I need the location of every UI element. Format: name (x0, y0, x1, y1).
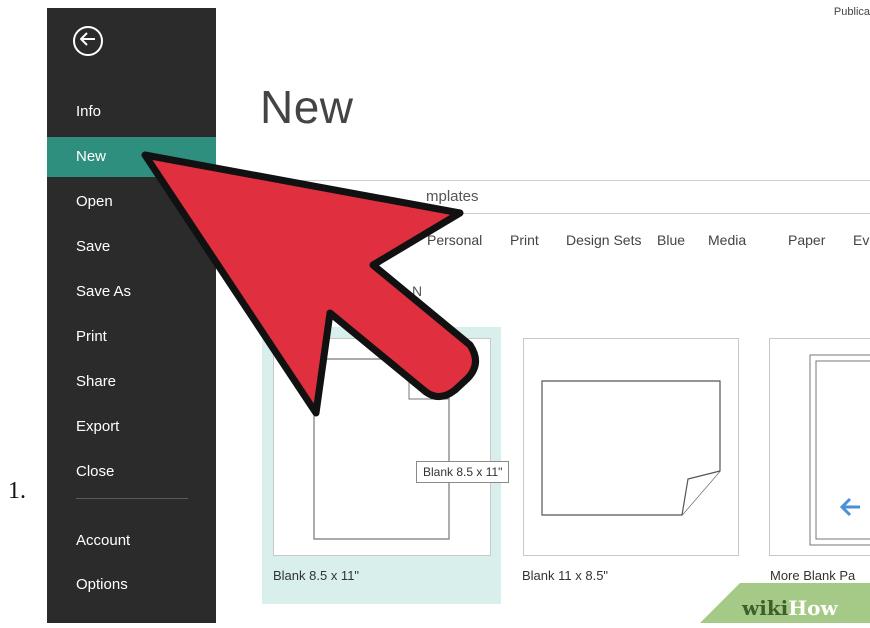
red-pointer-arrow (141, 151, 479, 417)
wikihow-logo: wikiHow (742, 596, 838, 620)
